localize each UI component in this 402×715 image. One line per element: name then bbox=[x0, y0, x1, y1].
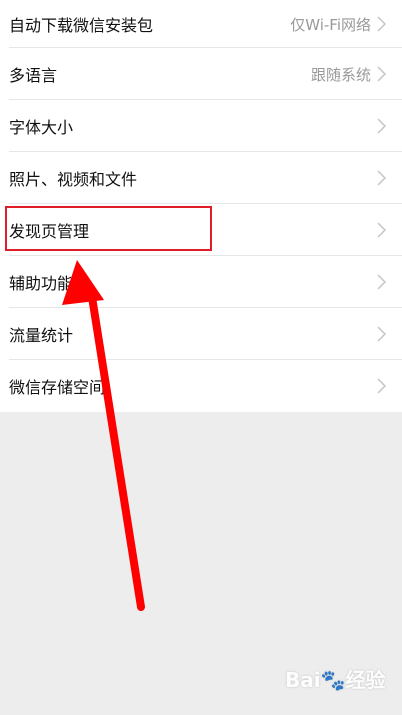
chevron-right-icon bbox=[377, 118, 386, 134]
chevron-right-icon bbox=[377, 170, 386, 186]
setting-font-size[interactable]: 字体大小 bbox=[0, 100, 402, 152]
setting-label: 流量统计 bbox=[9, 326, 74, 345]
setting-label: 多语言 bbox=[9, 66, 58, 85]
chevron-right-icon bbox=[377, 222, 386, 238]
setting-value: 仅Wi-Fi网络 bbox=[290, 15, 371, 34]
setting-language[interactable]: 多语言 跟随系统 bbox=[0, 48, 402, 100]
setting-label: 照片、视频和文件 bbox=[9, 170, 138, 189]
setting-label: 发现页管理 bbox=[9, 222, 90, 241]
setting-data-usage[interactable]: 流量统计 bbox=[0, 308, 402, 360]
setting-discover-management[interactable]: 发现页管理 bbox=[0, 204, 402, 256]
chevron-right-icon bbox=[377, 16, 386, 32]
chevron-right-icon bbox=[377, 66, 386, 82]
setting-label: 字体大小 bbox=[9, 118, 74, 137]
chevron-right-icon bbox=[377, 326, 386, 342]
setting-label: 自动下载微信安装包 bbox=[9, 16, 154, 35]
settings-list: 自动下载微信安装包 仅Wi-Fi网络 多语言 跟随系统 字体大小 照片、视频和文… bbox=[0, 0, 402, 412]
setting-auto-download[interactable]: 自动下载微信安装包 仅Wi-Fi网络 bbox=[0, 0, 402, 48]
setting-label: 微信存储空间 bbox=[9, 378, 106, 397]
setting-media-files[interactable]: 照片、视频和文件 bbox=[0, 152, 402, 204]
chevron-right-icon bbox=[377, 274, 386, 290]
setting-value: 跟随系统 bbox=[310, 65, 371, 84]
setting-label: 辅助功能 bbox=[9, 274, 74, 293]
setting-accessibility[interactable]: 辅助功能 bbox=[0, 256, 402, 308]
chevron-right-icon bbox=[377, 378, 386, 394]
setting-storage[interactable]: 微信存储空间 bbox=[0, 360, 402, 412]
watermark: Bai🐾经验 bbox=[285, 668, 386, 692]
